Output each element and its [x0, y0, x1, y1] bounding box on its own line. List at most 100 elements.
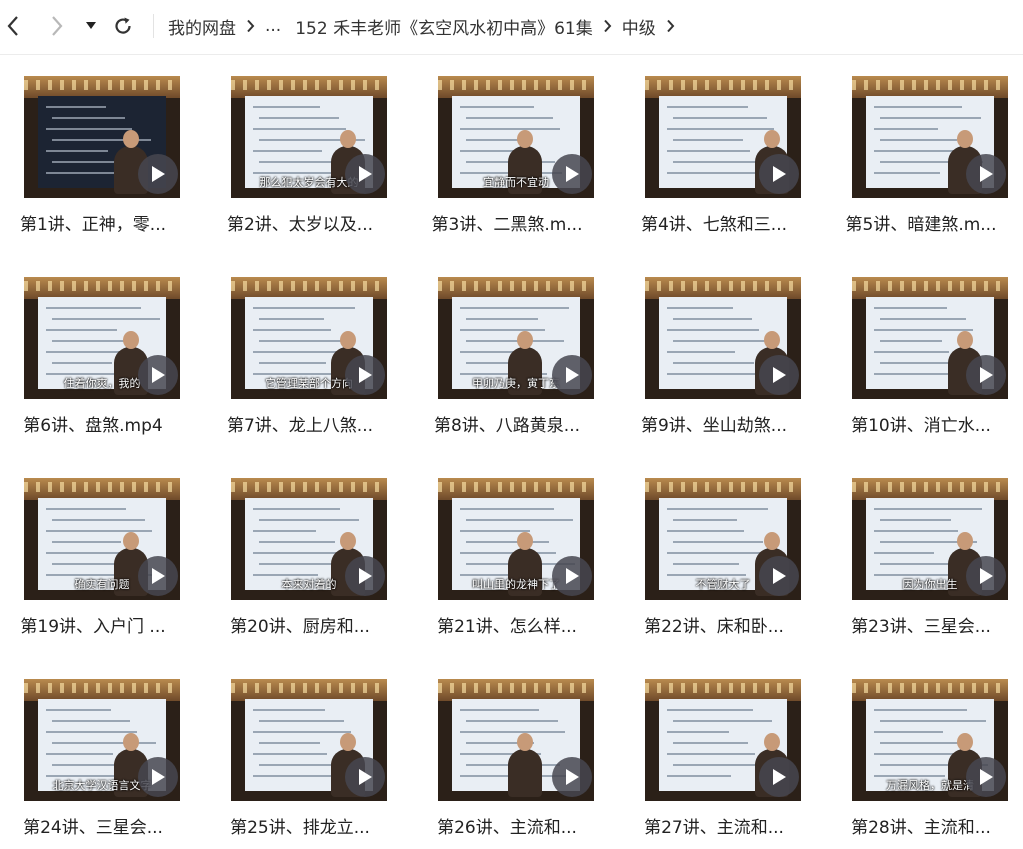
- video-thumbnail: 因为你出生: [852, 478, 1008, 600]
- play-button[interactable]: [759, 154, 799, 194]
- video-thumbnail: 万漏风格，就是清: [852, 679, 1008, 801]
- video-file-item[interactable]: 第5讲、暗建煞.m...: [828, 76, 1014, 246]
- play-button[interactable]: [966, 556, 1006, 596]
- video-thumbnail: 北京大学汉语言文字: [24, 679, 180, 801]
- file-name: 第7讲、龙上八煞...: [226, 416, 374, 436]
- video-thumbnail: 宜静而不宜动: [438, 76, 594, 198]
- play-button[interactable]: [759, 757, 799, 797]
- play-icon: [566, 568, 579, 584]
- video-file-item[interactable]: 那么犯太岁会有大的第2讲、太岁以及...: [207, 76, 393, 246]
- play-icon: [152, 568, 165, 584]
- file-name: 第1讲、正神，零...: [19, 215, 167, 235]
- video-thumbnail: [24, 76, 180, 198]
- video-file-item[interactable]: 不管财大了第22讲、床和卧...: [621, 478, 807, 648]
- file-name: 第2讲、太岁以及...: [226, 215, 374, 235]
- play-button[interactable]: [552, 757, 592, 797]
- play-icon: [980, 166, 993, 182]
- video-thumbnail: 那么犯太岁会有大的: [231, 76, 387, 198]
- video-thumbnail: 它管理某部个方向: [231, 277, 387, 399]
- file-name: 第19讲、入户门 ...: [20, 617, 166, 637]
- play-button[interactable]: [345, 757, 385, 797]
- video-thumbnail: 本来对着的: [231, 478, 387, 600]
- file-name: 第5讲、暗建煞.m...: [845, 215, 997, 235]
- video-thumbnail: [645, 277, 801, 399]
- play-button[interactable]: [345, 355, 385, 395]
- video-file-item[interactable]: 第10讲、消亡水...: [828, 277, 1014, 447]
- video-file-item[interactable]: 第26讲、主流和...: [414, 679, 600, 849]
- play-icon: [359, 568, 372, 584]
- play-button[interactable]: [759, 355, 799, 395]
- file-name: 第21讲、怎么样...: [437, 617, 577, 637]
- play-button[interactable]: [138, 154, 178, 194]
- play-icon: [152, 166, 165, 182]
- video-file-item[interactable]: 宜静而不宜动第3讲、二黑煞.m...: [414, 76, 600, 246]
- video-file-item[interactable]: 万漏风格，就是清第28讲、主流和...: [828, 679, 1014, 849]
- video-thumbnail: [852, 76, 1008, 198]
- video-thumbnail: [645, 679, 801, 801]
- file-name: 第10讲、消亡水...: [851, 416, 991, 436]
- play-icon: [566, 769, 579, 785]
- file-name: 第24讲、三星会...: [23, 818, 163, 838]
- file-name: 第25讲、排龙立...: [230, 818, 370, 838]
- play-icon: [566, 367, 579, 383]
- play-icon: [359, 166, 372, 182]
- play-icon: [980, 367, 993, 383]
- play-icon: [773, 568, 786, 584]
- file-name: 第20讲、厨房和...: [230, 617, 370, 637]
- video-file-item[interactable]: 甲卯乃庚，寅丁东 第8讲、八路黄泉...: [414, 277, 600, 447]
- play-button[interactable]: [552, 355, 592, 395]
- video-file-item[interactable]: 第27讲、主流和...: [621, 679, 807, 849]
- file-grid: 第1讲、正神，零... 那么犯太岁会有大的 第2讲、太岁以及... 宜静而不宜动 第3讲…: [0, 0, 1023, 846]
- video-thumbnail: [231, 679, 387, 801]
- play-button[interactable]: [138, 355, 178, 395]
- play-icon: [566, 166, 579, 182]
- play-icon: [980, 568, 993, 584]
- play-icon: [152, 769, 165, 785]
- file-name: 第6讲、盘煞.mp4: [23, 416, 163, 436]
- play-icon: [359, 367, 372, 383]
- play-button[interactable]: [552, 154, 592, 194]
- file-name: 第26讲、主流和...: [437, 818, 577, 838]
- file-name: 第3讲、二黑煞.m...: [431, 215, 583, 235]
- play-button[interactable]: [138, 556, 178, 596]
- video-thumbnail: 叫山里的龙神下了: [438, 478, 594, 600]
- file-name: 第27讲、主流和...: [644, 818, 784, 838]
- file-name: 第9讲、坐山劫煞...: [640, 416, 788, 436]
- play-button[interactable]: [966, 757, 1006, 797]
- play-button[interactable]: [138, 757, 178, 797]
- play-icon: [773, 367, 786, 383]
- play-icon: [980, 769, 993, 785]
- play-button[interactable]: [345, 556, 385, 596]
- video-file-item[interactable]: 叫山里的龙神下了第21讲、怎么样...: [414, 478, 600, 648]
- play-button[interactable]: [345, 154, 385, 194]
- play-button[interactable]: [966, 154, 1006, 194]
- video-file-item[interactable]: 本来对着的第20讲、厨房和...: [207, 478, 393, 648]
- play-icon: [359, 769, 372, 785]
- play-icon: [773, 166, 786, 182]
- play-button[interactable]: [552, 556, 592, 596]
- video-thumbnail: [852, 277, 1008, 399]
- play-icon: [152, 367, 165, 383]
- video-file-item[interactable]: 第4讲、七煞和三...: [621, 76, 807, 246]
- video-file-item[interactable]: 北京大学汉语言文字第24讲、三星会...: [0, 679, 186, 849]
- video-file-item[interactable]: 住着你爽，我的第6讲、盘煞.mp4: [0, 277, 186, 447]
- video-thumbnail: 住着你爽，我的: [24, 277, 180, 399]
- play-button[interactable]: [966, 355, 1006, 395]
- file-name: 第28讲、主流和...: [851, 818, 991, 838]
- file-name: 第4讲、七煞和三...: [640, 215, 788, 235]
- video-thumbnail: [438, 679, 594, 801]
- play-icon: [773, 769, 786, 785]
- play-button[interactable]: [759, 556, 799, 596]
- file-name: 第22讲、床和卧...: [644, 617, 784, 637]
- video-file-item[interactable]: 第1讲、正神，零...: [0, 76, 186, 246]
- file-name: 第8讲、八路黄泉...: [433, 416, 581, 436]
- video-thumbnail: 不管财大了: [645, 478, 801, 600]
- video-file-item[interactable]: 第25讲、排龙立...: [207, 679, 393, 849]
- video-file-item[interactable]: 它管理某部个方向第7讲、龙上八煞...: [207, 277, 393, 447]
- video-file-item[interactable]: 确实有问题第19讲、入户门 ...: [0, 478, 186, 648]
- video-thumbnail: 确实有问题: [24, 478, 180, 600]
- video-file-item[interactable]: 第9讲、坐山劫煞...: [621, 277, 807, 447]
- video-file-item[interactable]: 因为你出生第23讲、三星会...: [828, 478, 1014, 648]
- file-name: 第23讲、三星会...: [851, 617, 991, 637]
- video-thumbnail: [645, 76, 801, 198]
